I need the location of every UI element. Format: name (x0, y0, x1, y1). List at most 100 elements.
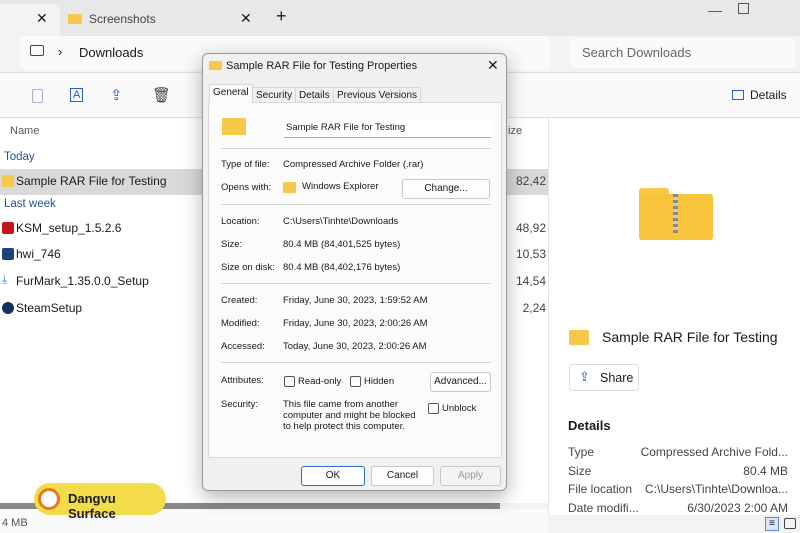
security-label: Security: (221, 399, 258, 410)
selected-file-name: Sample RAR File for Testing (602, 329, 778, 345)
modified-value: Friday, June 30, 2023, 2:00:26 AM (283, 318, 428, 329)
share-icon: ⇪ (579, 369, 590, 384)
detail-text: Type (568, 445, 595, 459)
file-size: 14,54 (515, 274, 546, 288)
size-label: Size: (221, 239, 243, 250)
modified-label: Modified: (221, 318, 260, 329)
file-name: hwi_746 (16, 247, 61, 261)
steam-icon (2, 302, 14, 314)
share-label: Share (600, 371, 634, 385)
rar-archive-icon (222, 118, 246, 135)
tab-general[interactable]: General (209, 84, 253, 103)
tab-previous-versions[interactable]: Previous Versions (333, 87, 422, 103)
detail-text: Date modifi... (568, 501, 639, 515)
delete-icon[interactable]: 🗑 (152, 86, 171, 104)
accessed-label: Accessed: (221, 341, 265, 352)
details-pane-icon (732, 90, 744, 100)
tiles-view-icon[interactable] (784, 518, 796, 529)
attributes-label: Attributes: (221, 375, 264, 386)
created-value: Friday, June 30, 2023, 1:59:52 AM (283, 295, 428, 306)
readonly-checkbox[interactable] (284, 376, 295, 387)
file-size: 82,42 (515, 174, 546, 188)
zip-folder-preview-icon (639, 188, 713, 240)
this-pc-icon (30, 45, 44, 56)
hidden-label: Hidden (364, 376, 395, 387)
filename-input[interactable]: Sample RAR File for Testing (284, 119, 491, 138)
detail-text: C:\Users\Tinhte\Downloa... (645, 482, 788, 496)
brand-text: Dangvu Surface (68, 491, 116, 521)
rar-archive-icon (569, 330, 589, 345)
close-icon[interactable]: ✕ (487, 57, 499, 74)
file-size: 2,24 (522, 301, 546, 315)
group-header-last-week[interactable]: Last week (4, 198, 56, 210)
cancel-button[interactable]: Cancel (371, 466, 434, 486)
detail-text: File location (568, 482, 633, 496)
readonly-label: Read-only (298, 376, 342, 387)
opens-with-value: Windows Explorer (302, 181, 379, 192)
created-label: Created: (221, 295, 258, 306)
general-panel: Sample RAR File for Testing Type of file… (208, 102, 502, 458)
apply-button[interactable]: Apply (440, 466, 501, 486)
paste-icon[interactable] (32, 89, 43, 103)
details-heading: Details (568, 418, 611, 433)
tab-label: General (213, 87, 249, 98)
file-explorer-icon (283, 182, 296, 193)
column-header-name[interactable]: Name (10, 125, 39, 137)
unblock-label: Unblock (442, 403, 477, 414)
status-size: 4 MB (2, 517, 28, 529)
detail-row-type: Type Compressed Archive Fold... (568, 445, 788, 459)
accessed-value: Today, June 30, 2023, 2:00:26 AM (283, 341, 427, 352)
maximize-icon[interactable] (738, 3, 749, 14)
detail-row-date-modified: Date modifi... 6/30/2023 2:00 AM (568, 501, 788, 515)
detail-text: Compressed Archive Fold... (640, 445, 788, 459)
rar-archive-icon (2, 175, 14, 187)
tab-screenshots[interactable]: Screenshots ✕ (60, 4, 260, 36)
advanced-button[interactable]: Advanced... (430, 372, 491, 392)
details-view-icon[interactable]: ≡ (765, 517, 779, 531)
security-text: This file came from another computer and… (283, 399, 416, 432)
minimize-icon[interactable]: — (708, 2, 722, 18)
detail-text: 6/30/2023 2:00 AM (687, 501, 788, 515)
hwinfo-icon (2, 248, 14, 260)
brand-logo-icon (38, 488, 60, 510)
tab-label: Previous Versions (337, 90, 418, 101)
share-button[interactable]: ⇪ Share (569, 364, 639, 391)
file-size: 10,53 (515, 247, 546, 261)
tab-previous[interactable]: ✕ (0, 4, 60, 36)
file-size: 48,92 (515, 221, 546, 235)
detail-text: Size (568, 464, 592, 478)
hidden-checkbox[interactable] (350, 376, 361, 387)
size-on-disk-label: Size on disk: (221, 262, 275, 273)
unblock-checkbox[interactable] (428, 403, 439, 414)
opens-with-label: Opens with: (221, 182, 272, 193)
file-name: KSM_setup_1.5.2.6 (16, 221, 122, 235)
details-button[interactable]: Details (750, 88, 787, 102)
dialog-title: Sample RAR File for Testing Properties (226, 60, 418, 72)
search-input[interactable]: Search Downloads (570, 38, 795, 68)
column-header-size[interactable]: ize (508, 125, 522, 137)
group-header-today[interactable]: Today (4, 151, 35, 163)
file-name: SteamSetup (16, 301, 83, 315)
detail-row-size: Size 80.4 MB (568, 464, 788, 478)
properties-dialog: Sample RAR File for Testing Properties ✕… (202, 53, 507, 491)
tab-label: Security (256, 90, 293, 101)
share-icon[interactable]: ⇪ (110, 86, 123, 104)
breadcrumb-downloads[interactable]: Downloads (79, 45, 143, 60)
new-tab-icon[interactable]: + (276, 6, 287, 27)
ok-button[interactable]: OK (301, 466, 365, 486)
rename-icon[interactable]: A (70, 88, 84, 102)
tab-security[interactable]: Security (252, 87, 297, 103)
details-pane: Sample RAR File for Testing ⇪ Share Deta… (548, 118, 800, 515)
change-button[interactable]: Change... (402, 179, 490, 199)
close-tab-icon[interactable]: ✕ (240, 10, 252, 27)
location-label: Location: (221, 216, 260, 227)
detail-text: 80.4 MB (743, 464, 788, 478)
type-label: Type of file: (221, 159, 270, 170)
file-name: FurMark_1.35.0.0_Setup (16, 274, 149, 288)
installer-icon: ⤓ (2, 272, 8, 286)
detail-row-location: File location C:\Users\Tinhte\Downloa... (568, 482, 788, 496)
tab-details[interactable]: Details (295, 87, 334, 103)
close-tab-icon[interactable]: ✕ (36, 10, 48, 27)
ksm-installer-icon (2, 222, 14, 234)
watermark-logo: Dangvu Surface (34, 483, 166, 521)
